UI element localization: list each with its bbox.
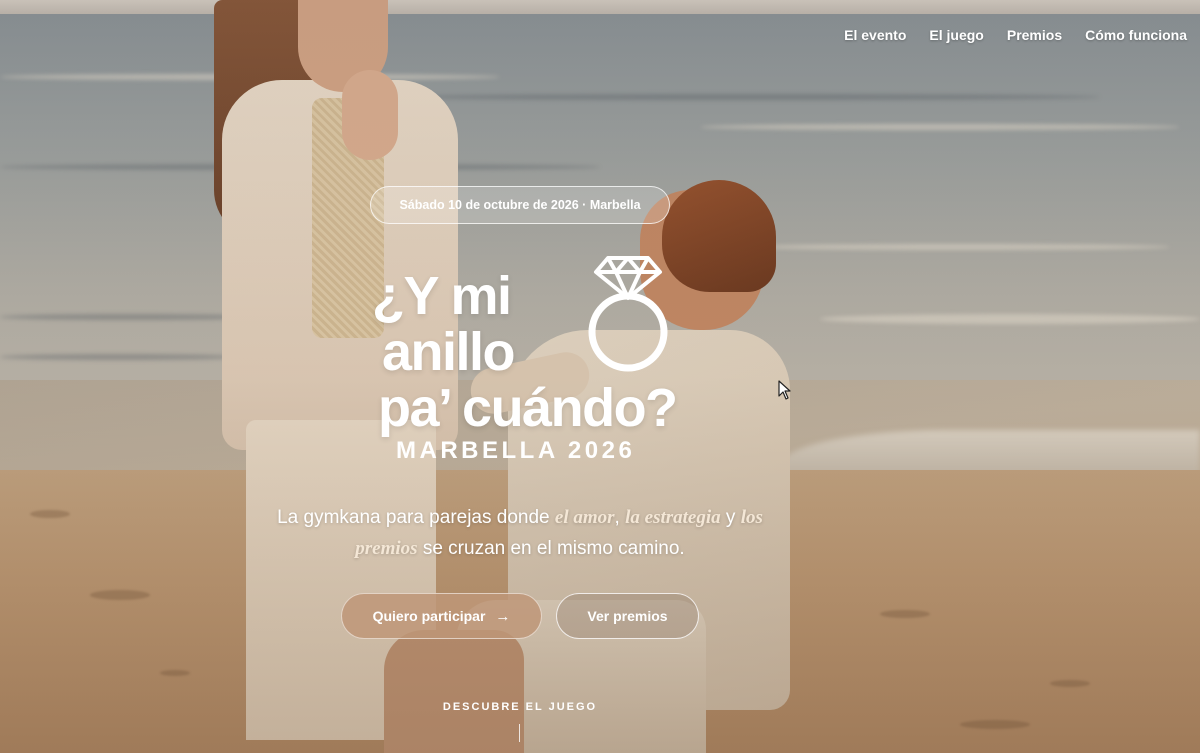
mouse-cursor-icon — [778, 380, 791, 400]
tagline-emphasis-love: el amor — [554, 507, 615, 528]
view-prizes-button-label: Ver premios — [587, 608, 668, 624]
hero-tagline: La gymkana para parejas donde el amor, l… — [277, 507, 763, 559]
scroll-hint[interactable]: DESCUBRE EL JUEGO — [420, 701, 620, 713]
hero-subtitle: MARBELLA 2026 — [396, 437, 636, 464]
hero-title-line-3: pa’ cuándo? — [378, 378, 678, 438]
scroll-indicator-line — [519, 724, 520, 742]
view-prizes-button[interactable]: Ver premios — [556, 593, 699, 639]
tagline-emphasis-strategy: la estrategia — [625, 507, 721, 528]
nav-item-como-funciona[interactable]: Cómo funciona — [1085, 27, 1187, 43]
nav-item-el-evento[interactable]: El evento — [844, 27, 906, 43]
diamond-ring-icon — [588, 256, 668, 372]
top-nav: El evento El juego Premios Cómo funciona — [844, 27, 1187, 43]
arrow-right-icon: → — [495, 607, 511, 625]
event-date-badge: Sábado 10 de octubre de 2026 · Marbella — [370, 186, 670, 224]
participate-button[interactable]: Quiero participar → — [341, 593, 542, 639]
nav-item-premios[interactable]: Premios — [1007, 27, 1062, 43]
nav-item-el-juego[interactable]: El juego — [929, 27, 983, 43]
participate-button-label: Quiero participar — [372, 608, 486, 624]
